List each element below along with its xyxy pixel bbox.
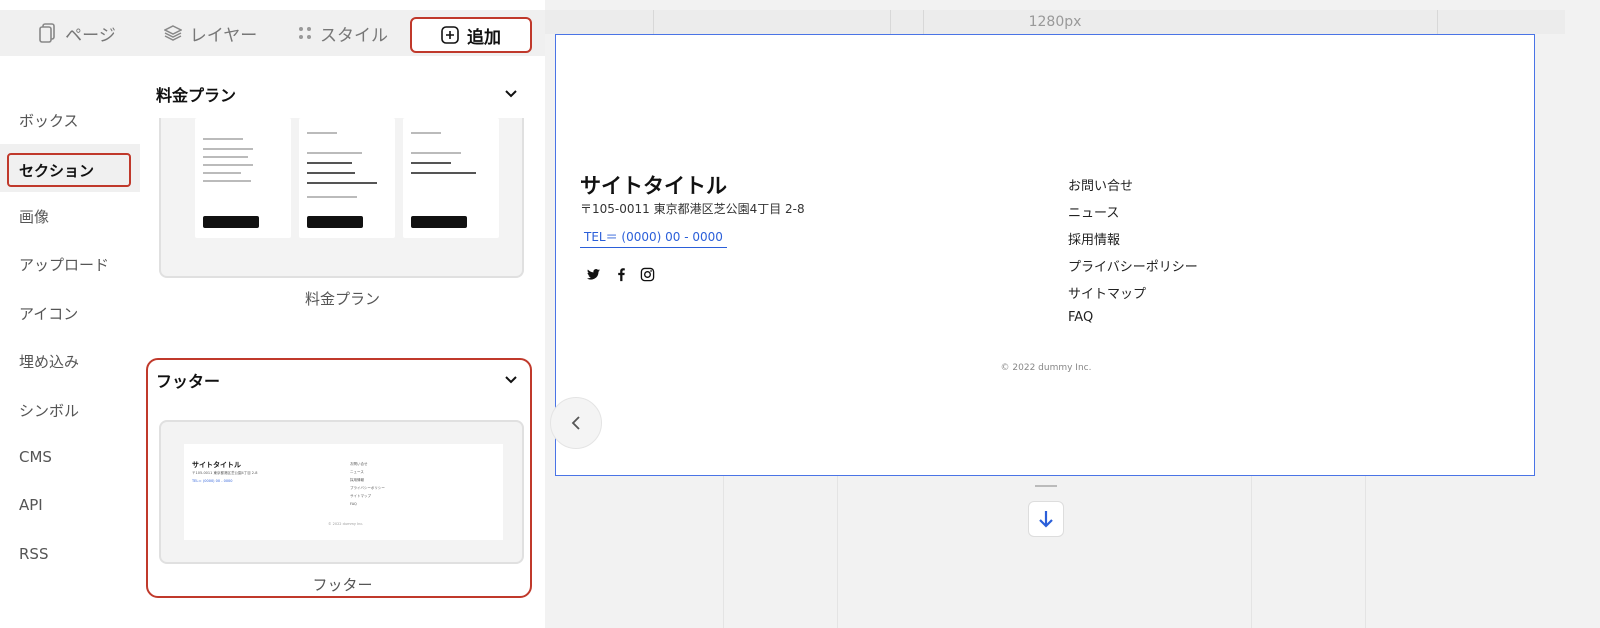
chevron-left-icon [571, 416, 580, 430]
pricing-thumbnail[interactable] [159, 118, 524, 278]
pricing-caption: 料金プラン [304, 290, 380, 308]
tab-add-label: 追加 [467, 27, 501, 48]
copyright: © 2022 dummy Inc. [1000, 363, 1092, 373]
category-api[interactable]: API [19, 496, 43, 514]
footer-link-privacy[interactable]: プライバシーポリシー [1068, 256, 1198, 275]
tab-page-label: ページ [65, 25, 116, 46]
facebook-icon[interactable] [614, 267, 629, 282]
tab-style-label: スタイル [320, 25, 388, 46]
editor-canvas: 1280px サイトタイトル 〒105-0011 東京都港区芝公園4丁目 2-8… [545, 0, 1600, 628]
plan-card [403, 118, 499, 238]
footer-link-news[interactable]: ニュース [1068, 202, 1119, 221]
chevron-down-icon[interactable] [504, 86, 518, 100]
plan-card [299, 118, 395, 238]
instagram-icon[interactable] [640, 267, 655, 282]
category-cms[interactable]: CMS [19, 448, 52, 466]
panel-tabs: ページ レイヤー スタイル 追加 [0, 10, 545, 56]
address[interactable]: 〒105-0011 東京都港区芝公園4丁目 2-8 [580, 200, 805, 217]
resize-handle[interactable] [1035, 485, 1057, 487]
layers-icon [163, 25, 182, 41]
category-upload[interactable]: アップロード [19, 254, 109, 275]
add-below-button[interactable] [1028, 501, 1064, 537]
arrow-down-icon [1039, 511, 1053, 528]
tab-style[interactable]: スタイル [283, 10, 403, 56]
style-icon [299, 27, 311, 39]
tel-link[interactable]: TEL＝ (0000) 00 - 0000 [580, 228, 727, 248]
category-embed[interactable]: 埋め込み [19, 351, 79, 372]
tab-add[interactable]: 追加 [410, 17, 532, 53]
collapse-panel-button[interactable] [550, 397, 602, 449]
site-title[interactable]: サイトタイトル [580, 170, 727, 200]
category-section[interactable]: セクション [7, 153, 131, 187]
twitter-icon[interactable] [586, 267, 601, 282]
category-symbol[interactable]: シンボル [19, 400, 79, 421]
footer-link-contact[interactable]: お問い合せ [1068, 175, 1133, 194]
footer-link-recruit[interactable]: 採用情報 [1068, 229, 1120, 248]
category-image[interactable]: 画像 [19, 206, 49, 227]
tab-layers-label: レイヤー [189, 25, 258, 46]
left-panel: ページ レイヤー スタイル 追加 ボックス セクション 画像 アップロード アイ… [0, 0, 545, 628]
footer-link-sitemap[interactable]: サイトマップ [1068, 283, 1146, 302]
category-nav: ボックス セクション 画像 アップロード アイコン 埋め込み シンボル CMS … [0, 56, 140, 628]
pricing-section-title: 料金プラン [156, 86, 237, 105]
page-icon [39, 23, 55, 43]
tab-page[interactable]: ページ [20, 10, 135, 56]
tab-layers[interactable]: レイヤー [148, 10, 273, 56]
category-icon[interactable]: アイコン [19, 303, 78, 324]
add-box-icon [441, 26, 459, 44]
plan-card [195, 118, 291, 238]
width-ruler: 1280px [545, 10, 1565, 34]
category-rss[interactable]: RSS [19, 545, 48, 563]
category-box[interactable]: ボックス [19, 110, 79, 131]
page-frame[interactable]: サイトタイトル 〒105-0011 東京都港区芝公園4丁目 2-8 TEL＝ (… [555, 34, 1535, 476]
footer-link-faq[interactable]: FAQ [1068, 310, 1093, 325]
footer-highlight [146, 358, 532, 598]
